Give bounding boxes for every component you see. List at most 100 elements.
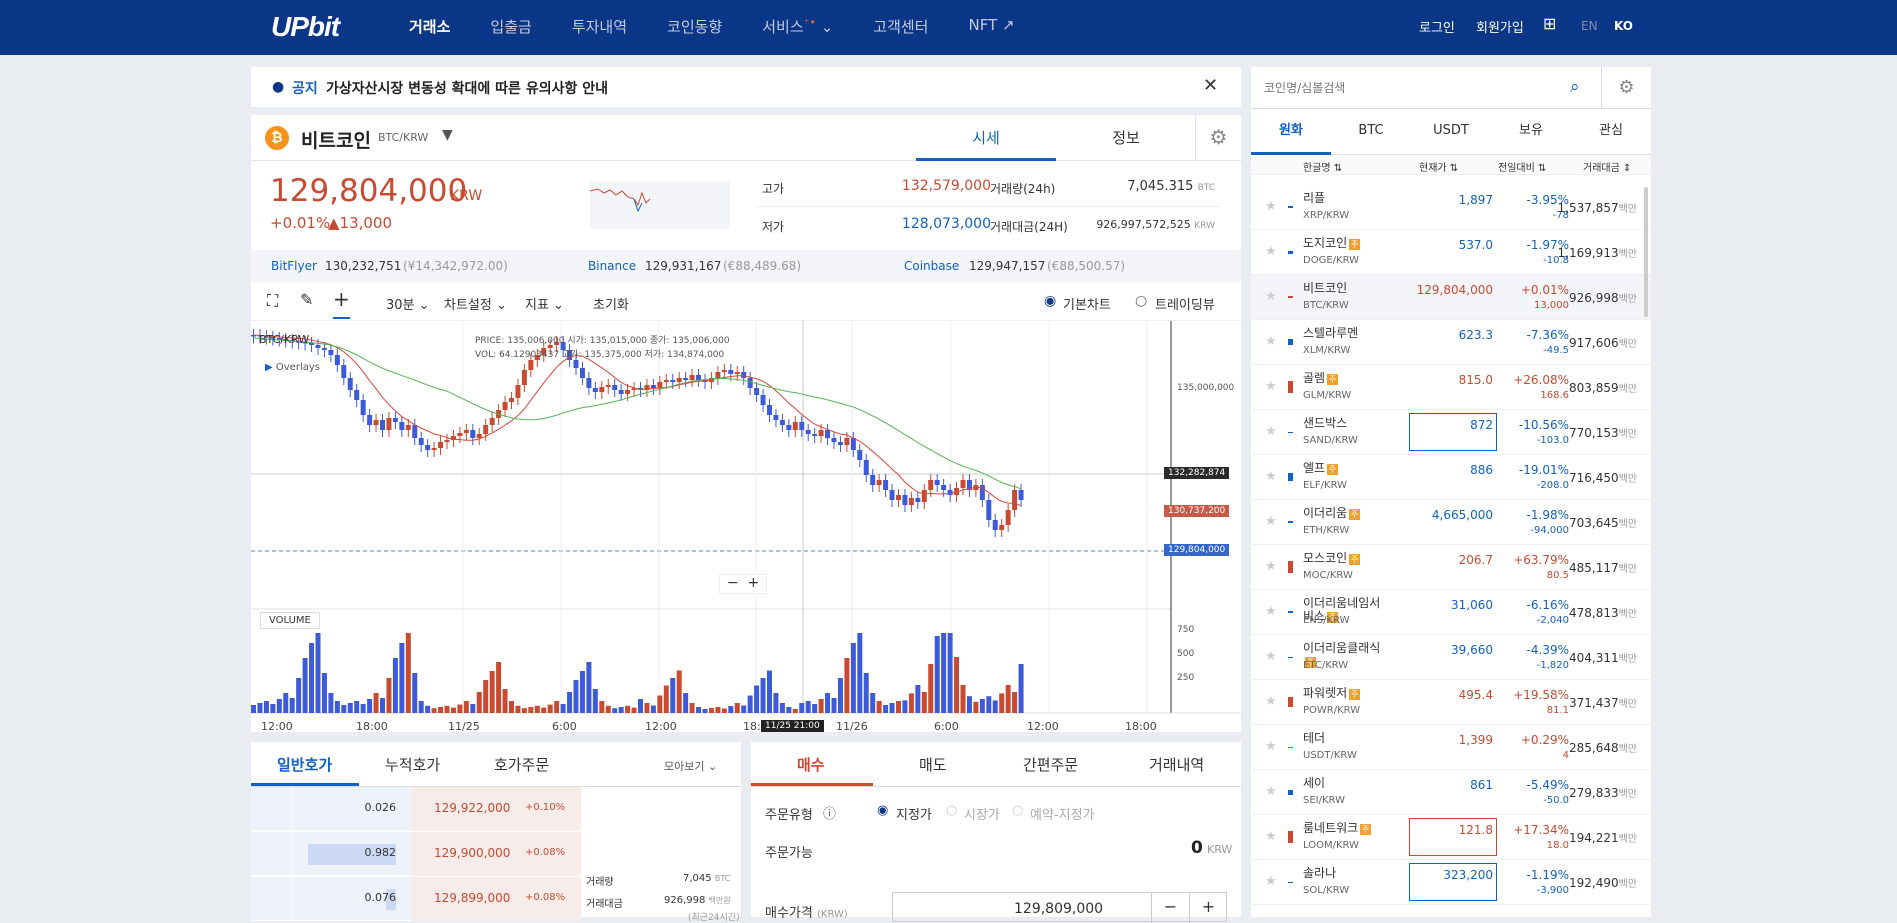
star-icon[interactable]: ★ — [1265, 334, 1277, 349]
nav-nft[interactable]: NFT ↗ — [968, 16, 1014, 37]
col-volume[interactable]: 거래대금 ⇕ — [1583, 159, 1631, 174]
radio-selected-icon[interactable]: ◉ — [1044, 293, 1056, 309]
coin-row[interactable]: ★ 룸네트워크 주 LOOM/KRW 121.8 +17.34% 18.0 194,221백만 — [1251, 815, 1651, 860]
overlays-toggle[interactable]: ▶ Overlays — [265, 362, 320, 373]
star-icon[interactable]: ★ — [1265, 469, 1277, 484]
ob-price[interactable]: 129,922,000 — [434, 801, 510, 815]
radio-limit-icon[interactable]: ◉ — [877, 803, 888, 818]
star-icon[interactable]: ★ — [1265, 739, 1277, 754]
star-icon[interactable]: ★ — [1265, 784, 1277, 799]
star-icon[interactable]: ★ — [1265, 829, 1277, 844]
price-chart[interactable]: BTC/KRW ▶ Overlays PRICE: 135,006,000 시가… — [251, 321, 1241, 733]
coin-row[interactable]: ★ 이더리움 주 ETH/KRW 4,665,000 -1.98% -94,000 703,6… — [1251, 500, 1651, 545]
nav-exchange[interactable]: 거래소 — [409, 16, 450, 37]
radio-empty-icon[interactable]: ○ — [1135, 293, 1147, 309]
coin-row[interactable]: ★ 리플 XRP/KRW 1,897 -3.95% -78 1,537,857백만 — [1251, 185, 1651, 230]
coin-row[interactable]: ★ 샌드박스 SAND/KRW 872 -10.56% -103.0 770,153백만 — [1251, 410, 1651, 455]
tab-cumulative-orderbook[interactable]: 누적호가 — [385, 754, 440, 775]
star-icon[interactable]: ★ — [1265, 289, 1277, 304]
indicators-select[interactable]: 지표 ⌄ — [525, 294, 564, 313]
radio-market-icon[interactable]: ○ — [946, 803, 957, 818]
coin-search-input[interactable] — [1251, 67, 1601, 109]
notice-bar[interactable]: ● 공지 가상자산시장 변동성 확대에 따른 유의사항 안내 ✕ — [251, 67, 1241, 107]
coin-row[interactable]: ★ 이더리움네임서비스 주 ENS/KRW 31,060 -6.16% -2,040 478,… — [1251, 590, 1651, 635]
ob-price[interactable]: 129,899,000 — [434, 891, 510, 905]
crosshair-icon[interactable]: + — [333, 287, 350, 319]
nav-coin-trends[interactable]: 코인동향 — [667, 16, 722, 37]
tab-market-3[interactable]: 보유 — [1491, 109, 1571, 155]
orderbook-row[interactable]: 0.982 129,900,000 +0.08% — [251, 832, 581, 876]
gear-icon[interactable]: ⚙ — [1195, 115, 1241, 161]
star-icon[interactable]: ★ — [1265, 559, 1277, 574]
coin-row[interactable]: ★ 스텔라루멘 XLM/KRW 623.3 -7.36% -49.5 917,606백만 — [1251, 320, 1651, 365]
gear-icon[interactable]: ⚙ — [1601, 67, 1651, 109]
buy-price-value[interactable]: 129,809,000 — [1014, 901, 1103, 917]
nav-support[interactable]: 고객센터 — [873, 16, 928, 37]
scrollbar[interactable] — [1644, 187, 1648, 317]
coin-row[interactable]: ★ 골렘 주 GLM/KRW 815.0 +26.08% 168.6 803,859백만 — [1251, 365, 1651, 410]
chart-settings-select[interactable]: 차트설정 ⌄ — [444, 294, 507, 313]
coin-row[interactable]: ★ 이더리움클래식주 ETC/KRW 39,660 -4.39% -1,820 404,31… — [1251, 635, 1651, 680]
col-price[interactable]: 현재가 ⇅ — [1419, 159, 1458, 174]
tab-info[interactable]: 정보 — [1056, 127, 1196, 148]
star-icon[interactable]: ★ — [1265, 694, 1277, 709]
order-type-reserve[interactable]: 예약-지정가 — [1030, 804, 1095, 823]
coin-row[interactable]: ★ 솔라나 SOL/KRW 323,200 -1.19% -3,900 192,490백만 — [1251, 860, 1651, 905]
nav-deposit[interactable]: 입출금 — [490, 16, 531, 37]
price-minus-button[interactable]: − — [1151, 893, 1189, 923]
tab-market-4[interactable]: 관심 — [1571, 109, 1651, 155]
col-name[interactable]: 한글명 ⇅ — [1303, 159, 1342, 174]
reset-button[interactable]: 초기화 — [593, 294, 629, 313]
tab-normal-orderbook[interactable]: 일반호가 — [277, 754, 332, 775]
price-plus-button[interactable]: + — [1189, 893, 1227, 923]
tradingview-option[interactable]: 트레이딩뷰 — [1155, 294, 1215, 313]
tab-price[interactable]: 시세 — [916, 127, 1056, 161]
tab-trade-history[interactable]: 거래내역 — [1149, 754, 1204, 775]
star-icon[interactable]: ★ — [1265, 199, 1277, 214]
caret-down-icon[interactable]: ▼ — [442, 127, 453, 143]
coin-row[interactable]: ★ 엘프 주 ELF/KRW 886 -19.01% -208.0 716,450백만 — [1251, 455, 1651, 500]
star-icon[interactable]: ★ — [1265, 514, 1277, 529]
lang-en[interactable]: EN — [1581, 19, 1598, 33]
zoom-out-icon[interactable]: − — [727, 575, 739, 591]
col-change[interactable]: 전일대비 ⇅ — [1498, 159, 1546, 174]
notice-text[interactable]: 가상자산시장 변동성 확대에 따른 유의사항 안내 — [326, 78, 608, 98]
nav-services[interactable]: 서비스⁺• ⌄ — [762, 16, 833, 37]
zoom-in-icon[interactable]: + — [747, 575, 759, 591]
star-icon[interactable]: ★ — [1265, 604, 1277, 619]
order-type-limit[interactable]: 지정가 — [896, 804, 932, 823]
order-type-market[interactable]: 시장가 — [964, 804, 1000, 823]
tab-market-1[interactable]: BTC — [1331, 109, 1411, 155]
login-link[interactable]: 로그인 — [1419, 17, 1455, 36]
nav-investments[interactable]: 투자내역 — [572, 16, 627, 37]
signup-link[interactable]: 회원가입 — [1476, 17, 1524, 36]
coin-row[interactable]: ★ 파워렛저 주 POWR/KRW 495.4 +19.58% 81.1 371,437백만 — [1251, 680, 1651, 725]
help-icon[interactable]: ⓘ — [823, 803, 836, 822]
radio-reserve-icon[interactable]: ○ — [1012, 803, 1023, 818]
star-icon[interactable]: ★ — [1265, 379, 1277, 394]
app-grid-icon[interactable]: ⊞ — [1543, 14, 1556, 33]
view-select[interactable]: 모아보기 ⌄ — [664, 758, 717, 774]
tab-orderbook-order[interactable]: 호가주문 — [494, 754, 549, 775]
coin-row[interactable]: ★ 비트코인 BTC/KRW 129,804,000 +0.01% 13,000 926,9… — [1251, 275, 1651, 320]
orderbook-row[interactable]: 0.026 129,922,000 +0.10% — [251, 787, 581, 831]
star-icon[interactable]: ★ — [1265, 244, 1277, 259]
star-icon[interactable]: ★ — [1265, 649, 1277, 664]
coin-row[interactable]: ★ 테더 USDT/KRW 1,399 +0.29% 4 285,648백만 — [1251, 725, 1651, 770]
fullscreen-icon[interactable]: ⛶ — [267, 291, 278, 311]
orderbook-row[interactable]: 0.076 129,899,000 +0.08% — [251, 877, 581, 921]
buy-price-input[interactable]: 129,809,000 − + — [892, 892, 1227, 923]
tab-market-0[interactable]: 원화 — [1251, 109, 1331, 155]
coin-row[interactable]: ★ 모스코인 주 MOC/KRW 206.7 +63.79% 80.5 485,117백만 — [1251, 545, 1651, 590]
zoom-controls[interactable]: − + — [719, 574, 767, 594]
lang-ko[interactable]: KO — [1614, 19, 1633, 33]
tab-sell[interactable]: 매도 — [919, 754, 947, 775]
tab-buy[interactable]: 매수 — [797, 754, 825, 775]
pencil-icon[interactable]: ✎ — [300, 290, 313, 309]
ob-price[interactable]: 129,900,000 — [434, 846, 510, 860]
star-icon[interactable]: ★ — [1265, 424, 1277, 439]
search-icon[interactable]: ⌕ — [1570, 77, 1580, 97]
basic-chart-option[interactable]: 기본차트 — [1063, 294, 1111, 313]
interval-select[interactable]: 30분 ⌄ — [386, 294, 430, 313]
candle-chart-canvas[interactable] — [251, 321, 1241, 732]
